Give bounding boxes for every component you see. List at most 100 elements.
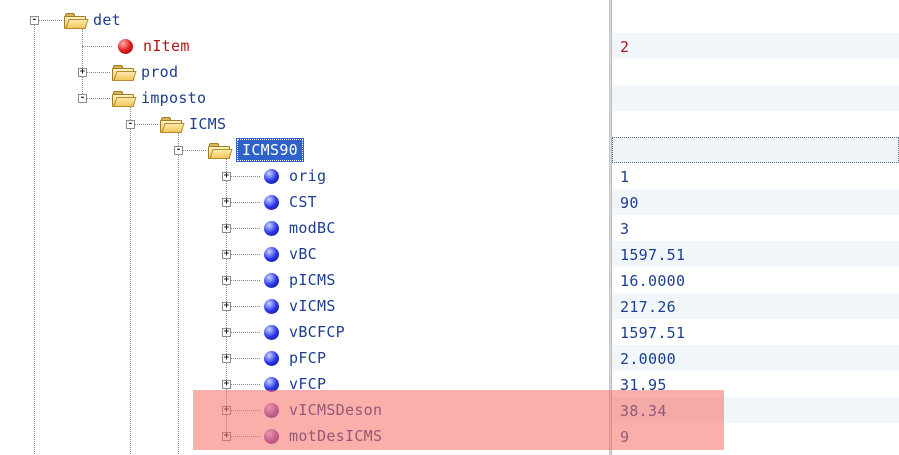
tree-node-label: imposto <box>141 89 207 107</box>
tree-node-det[interactable]: det <box>64 7 121 33</box>
expand-toggle[interactable]: + <box>222 380 231 389</box>
tree-node-label: modBC <box>289 219 336 237</box>
folder-open-icon <box>64 12 89 29</box>
expand-toggle[interactable]: + <box>222 276 231 285</box>
element-icon <box>264 220 279 236</box>
value-row[interactable]: 3 <box>612 215 899 241</box>
tree-node-label: motDesICMS <box>289 427 383 445</box>
node-value: 1597.51 <box>620 324 686 342</box>
expand-toggle[interactable]: + <box>222 302 231 311</box>
attribute-icon <box>118 38 133 54</box>
tree-node-vfcp[interactable]: vFCP <box>262 371 326 397</box>
tree-node-cst[interactable]: CST <box>262 189 317 215</box>
value-row[interactable] <box>612 111 899 137</box>
node-value: 217.26 <box>620 298 676 316</box>
value-pane: 2 1 90 3 1597.51 16.0000 217.26 1597.51 … <box>612 0 899 455</box>
tree-node-label: vBCFCP <box>289 323 345 341</box>
node-value: 31.95 <box>620 376 667 394</box>
tree-node-icms90[interactable]: ICMS90 <box>208 137 304 163</box>
value-row[interactable]: 217.26 <box>612 293 899 319</box>
expand-toggle[interactable]: + <box>222 172 231 181</box>
expand-toggle[interactable]: + <box>222 250 231 259</box>
value-row[interactable]: 1597.51 <box>612 319 899 345</box>
tree-connector <box>230 410 260 411</box>
tree-node-prod[interactable]: prod <box>112 59 178 85</box>
tree-connector <box>230 176 260 177</box>
expand-toggle[interactable]: + <box>222 406 231 415</box>
tree-node-vbc[interactable]: vBC <box>262 241 317 267</box>
node-value: 90 <box>620 194 639 212</box>
node-value: 38.34 <box>620 402 667 420</box>
element-icon <box>264 324 279 340</box>
collapse-toggle[interactable]: - <box>78 94 87 103</box>
tree-node-vicms[interactable]: vICMS <box>262 293 336 319</box>
value-row[interactable]: 16.0000 <box>612 267 899 293</box>
tree-node-nItem[interactable]: nItem <box>116 33 190 59</box>
tree-connector <box>86 98 110 99</box>
node-value: 1597.51 <box>620 246 686 264</box>
node-value: 9 <box>620 428 630 446</box>
tree-connector <box>230 280 260 281</box>
tree-connector <box>230 254 260 255</box>
tree-connector <box>230 228 260 229</box>
value-row[interactable]: 1 <box>612 163 899 189</box>
collapse-toggle[interactable]: - <box>126 120 135 129</box>
node-value: 16.0000 <box>620 272 686 290</box>
tree-guide-line <box>130 102 131 454</box>
value-row[interactable]: 31.95 <box>612 371 899 397</box>
tree-pane: - + - - - + + + + + + + + + + + det nIte… <box>0 0 609 455</box>
node-value: 2 <box>620 38 630 56</box>
expand-toggle[interactable]: + <box>78 68 87 77</box>
value-row[interactable] <box>612 7 899 33</box>
node-value: 3 <box>620 220 630 238</box>
expand-toggle[interactable]: + <box>222 354 231 363</box>
element-icon <box>264 428 279 444</box>
tree-guide-line <box>178 128 179 454</box>
tree-node-label: ICMS <box>189 115 227 133</box>
tree-connector <box>134 124 158 125</box>
expand-toggle[interactable]: + <box>222 432 231 441</box>
tree-node-pfcp[interactable]: pFCP <box>262 345 326 371</box>
value-row[interactable]: 90 <box>612 189 899 215</box>
expand-toggle[interactable]: + <box>222 198 231 207</box>
expand-toggle[interactable]: + <box>222 328 231 337</box>
tree-node-motdesicms[interactable]: motDesICMS <box>262 423 382 449</box>
value-row[interactable]: 2.0000 <box>612 345 899 371</box>
folder-open-icon <box>160 116 185 133</box>
tree-node-vbcfcp[interactable]: vBCFCP <box>262 319 345 345</box>
tree-node-modbc[interactable]: modBC <box>262 215 336 241</box>
tree-connector <box>230 358 260 359</box>
tree-node-orig[interactable]: orig <box>262 163 326 189</box>
element-icon <box>264 272 279 288</box>
tree-connector <box>230 332 260 333</box>
value-row[interactable]: 1597.51 <box>612 241 899 267</box>
value-row[interactable]: 38.34 <box>612 397 899 423</box>
tree-connector <box>230 384 260 385</box>
expand-toggle[interactable]: + <box>222 224 231 233</box>
collapse-toggle[interactable]: - <box>30 16 39 25</box>
tree-connector <box>38 20 62 21</box>
collapse-toggle[interactable]: - <box>174 146 183 155</box>
value-row[interactable] <box>612 59 899 85</box>
folder-closed-icon <box>112 64 137 81</box>
tree-guide-line <box>34 24 35 454</box>
tree-connector <box>82 46 112 47</box>
tree-node-picms[interactable]: pICMS <box>262 267 336 293</box>
value-row[interactable]: 2 <box>612 33 899 59</box>
element-icon <box>264 168 279 184</box>
node-value: 1 <box>620 168 630 186</box>
tree-node-vicmsdeson[interactable]: vICMSDeson <box>262 397 382 423</box>
tree-node-label: vFCP <box>289 375 327 393</box>
tree-connector <box>86 72 110 73</box>
tree-node-imposto[interactable]: imposto <box>112 85 206 111</box>
tree-guide-line <box>82 24 83 98</box>
value-row[interactable] <box>612 85 899 111</box>
tree-node-icms[interactable]: ICMS <box>160 111 226 137</box>
tree-node-label: det <box>93 11 121 29</box>
value-row[interactable]: 9 <box>612 423 899 449</box>
folder-open-icon <box>208 142 233 159</box>
tree-node-label: pICMS <box>289 271 336 289</box>
element-icon <box>264 298 279 314</box>
value-row-selected[interactable] <box>612 137 899 163</box>
tree-node-label: vICMS <box>289 297 336 315</box>
